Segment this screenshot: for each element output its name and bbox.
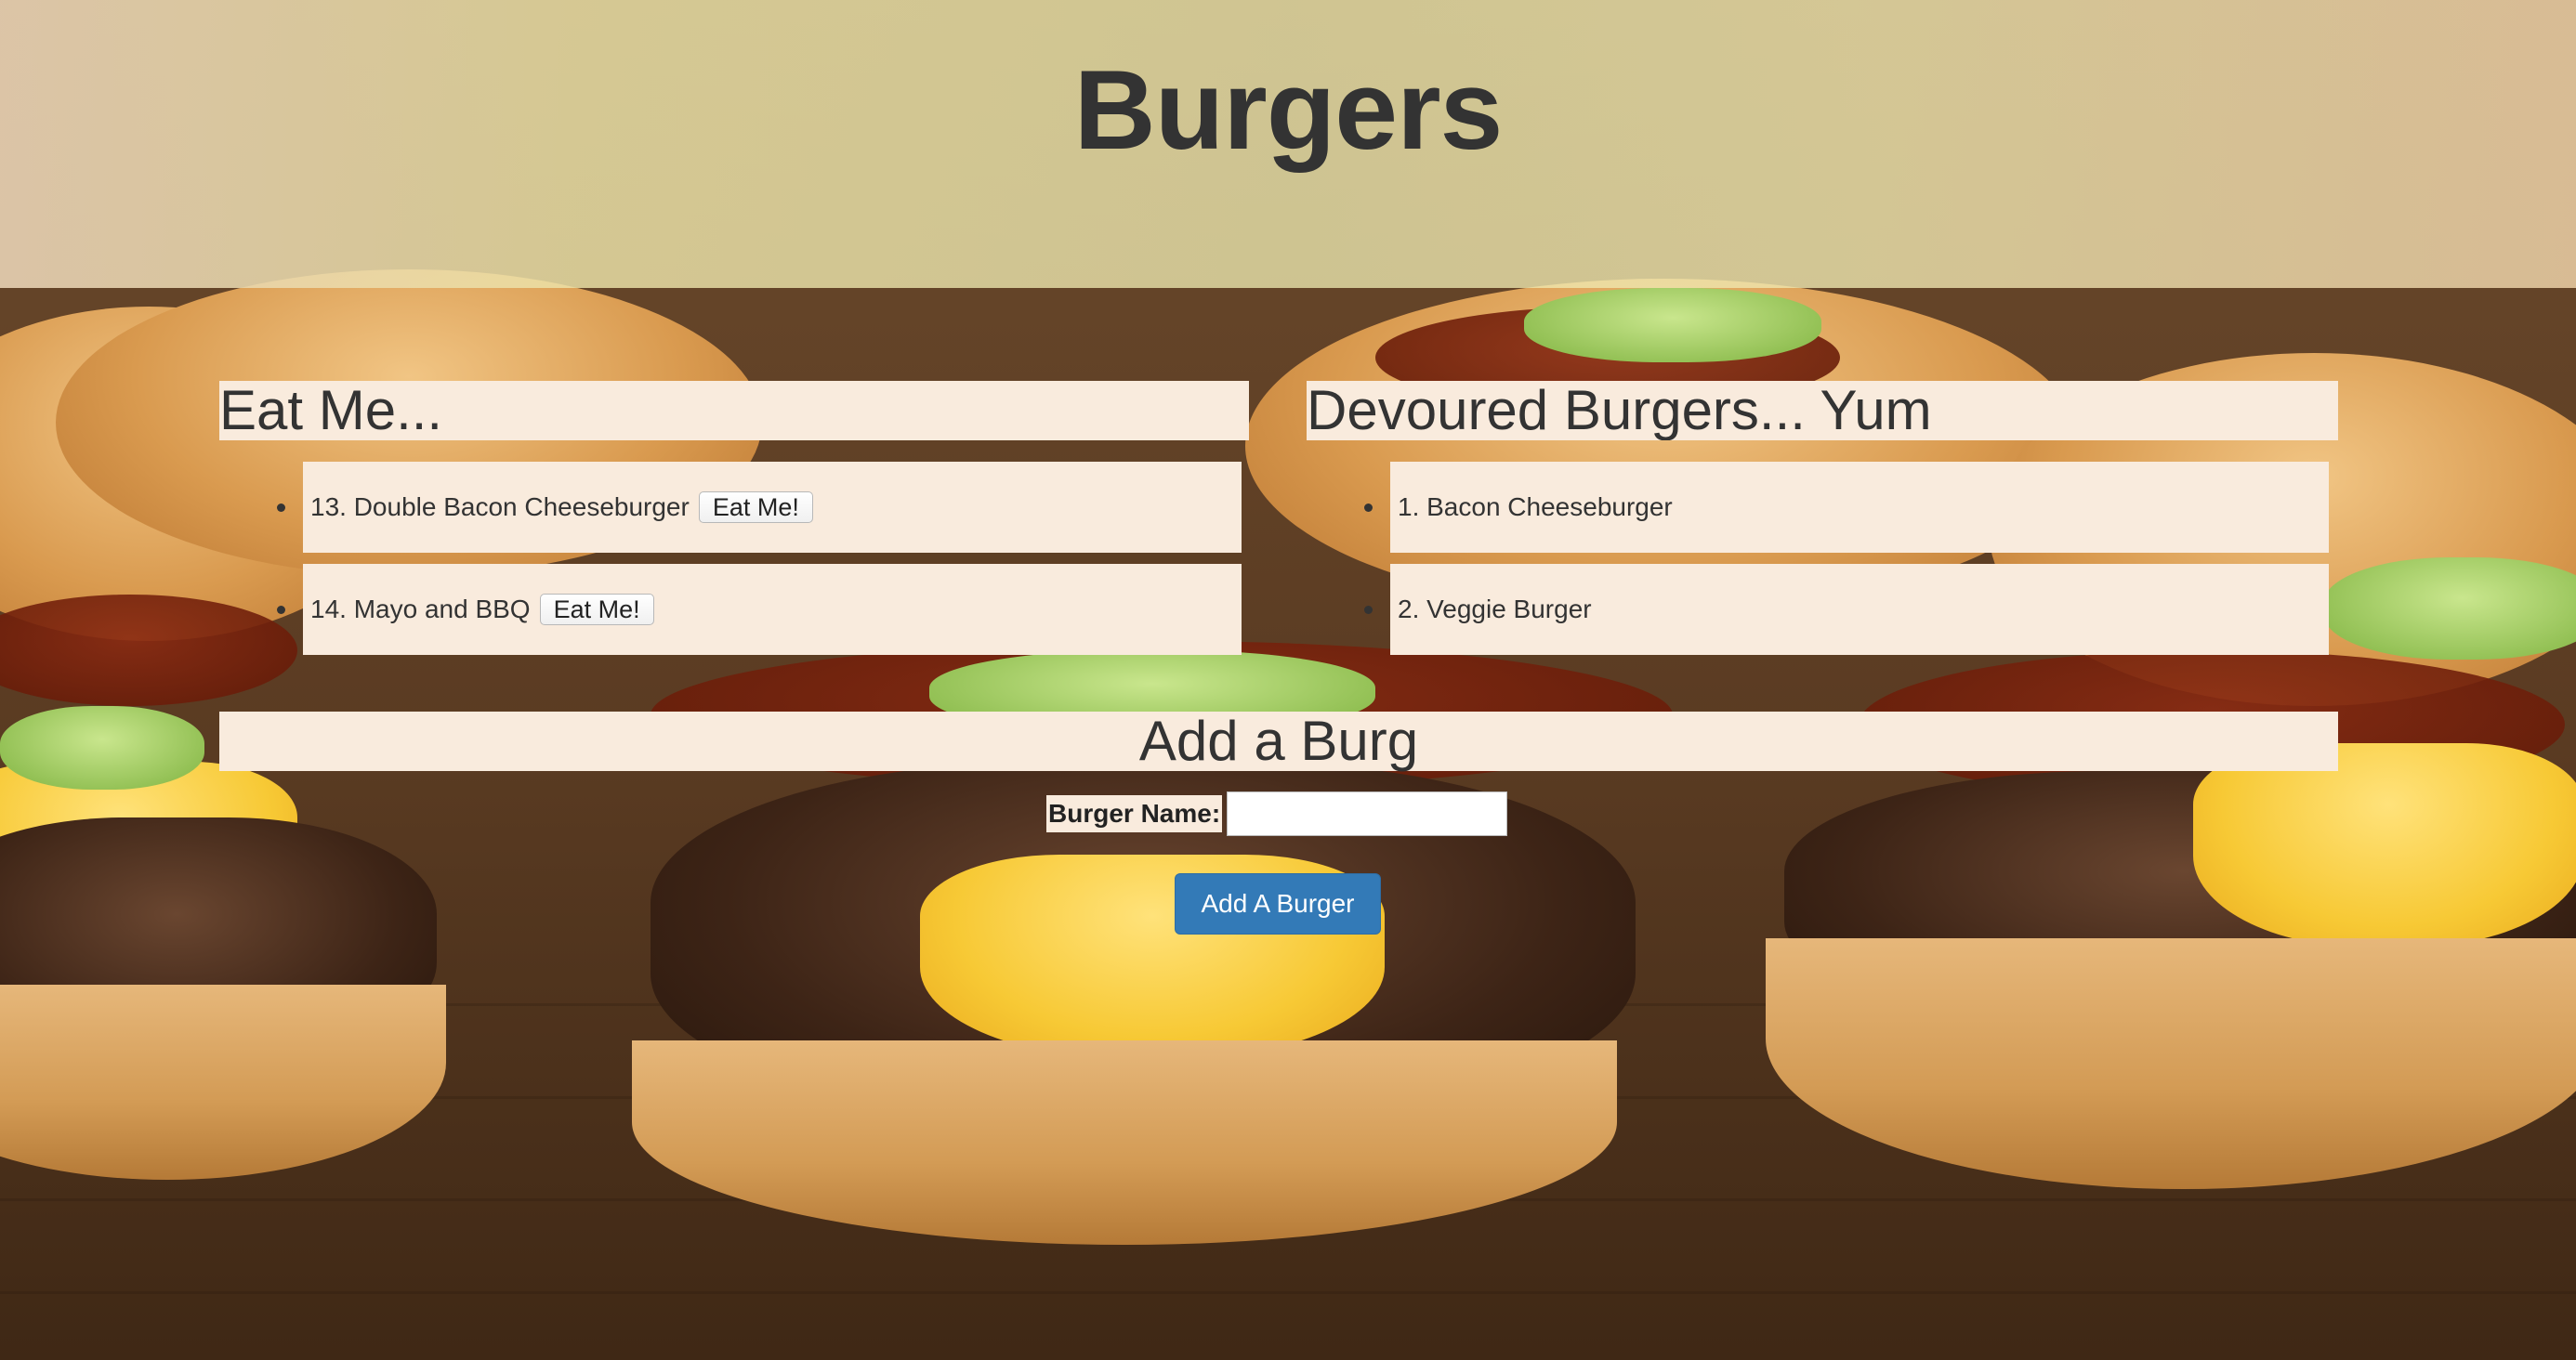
list-item: 2. Veggie Burger	[1390, 564, 2329, 655]
list-bullet	[1364, 606, 1373, 614]
eat-me-button[interactable]: Eat Me!	[539, 594, 654, 625]
list-item: 13. Double Bacon Cheeseburger Eat Me!	[303, 462, 1242, 553]
list-bullet	[1364, 503, 1373, 512]
burger-name: 14. Mayo and BBQ	[310, 595, 531, 623]
header-jumbotron: Burgers	[0, 0, 2576, 288]
list-item: 1. Bacon Cheeseburger	[1390, 462, 2329, 553]
devoured-heading: Devoured Burgers... Yum	[1307, 381, 2338, 440]
devoured-burger-name: 2. Veggie Burger	[1398, 595, 1592, 623]
add-burger-heading: Add a Burg	[219, 712, 2338, 771]
eat-me-button[interactable]: Eat Me!	[698, 491, 813, 523]
list-bullet	[277, 503, 285, 512]
burger-name: 13. Double Bacon Cheeseburger	[310, 492, 690, 521]
burger-name-label: Burger Name:	[1046, 795, 1223, 832]
eat-me-heading: Eat Me...	[219, 381, 1249, 440]
add-burger-button[interactable]: Add A Burger	[1175, 873, 1381, 935]
page-title: Burgers	[1073, 46, 1504, 173]
devoured-burger-name: 1. Bacon Cheeseburger	[1398, 492, 1673, 521]
burger-name-input[interactable]	[1227, 791, 1507, 836]
list-bullet	[277, 606, 285, 614]
list-item: 14. Mayo and BBQ Eat Me!	[303, 564, 1242, 655]
